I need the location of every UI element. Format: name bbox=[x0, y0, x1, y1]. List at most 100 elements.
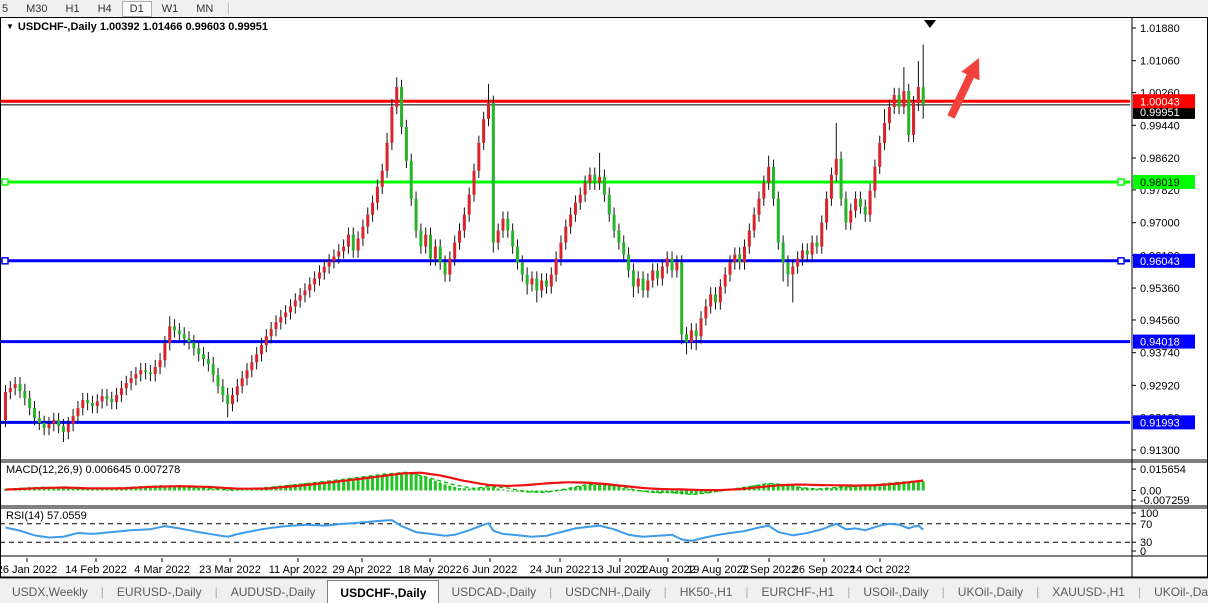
chart-tab-audusd-daily[interactable]: AUDUSD-,Daily bbox=[219, 579, 328, 603]
candle-body-up bbox=[139, 370, 142, 374]
macd-bar bbox=[395, 473, 398, 491]
candle-body-down bbox=[714, 294, 717, 302]
macd-bar bbox=[617, 487, 620, 490]
candle-body-down bbox=[815, 243, 818, 247]
candle-body-up bbox=[830, 175, 833, 199]
timeframe-button-h1[interactable]: H1 bbox=[58, 1, 88, 17]
candle-body-down bbox=[18, 384, 21, 391]
chart-tab-eurchf-h1[interactable]: EURCHF-,H1 bbox=[750, 579, 847, 603]
candle-body-up bbox=[796, 259, 799, 267]
candle-body-up bbox=[308, 284, 311, 290]
timeframe-button-mn[interactable]: MN bbox=[188, 1, 221, 17]
date-label: 23 Mar 2022 bbox=[199, 564, 261, 576]
candle-body-up bbox=[357, 239, 360, 251]
macd-bar bbox=[458, 488, 461, 490]
candle-body-up bbox=[250, 362, 253, 370]
candle-body-down bbox=[178, 330, 181, 334]
candle-body-up bbox=[743, 247, 746, 263]
candle-body-down bbox=[627, 255, 630, 271]
hline-price-badge: 0.91993 bbox=[1140, 417, 1180, 429]
chart-tab-hk50-h1[interactable]: HK50-,H1 bbox=[668, 579, 745, 603]
candle-body-up bbox=[231, 395, 234, 404]
chart-tab-xauusd-h1[interactable]: XAUUSD-,H1 bbox=[1040, 579, 1137, 603]
macd-bar bbox=[622, 488, 625, 490]
candle-body-up bbox=[284, 312, 287, 317]
chart-tab-usoil-daily[interactable]: USOil-,Daily bbox=[851, 579, 940, 603]
candle-body-down bbox=[62, 426, 65, 432]
chart-tab-ukoil-daily[interactable]: UKOil-,Daily bbox=[1142, 579, 1208, 603]
symbol-dropdown-icon[interactable]: ▼ bbox=[6, 22, 14, 31]
hline-handle-right[interactable] bbox=[1118, 258, 1124, 264]
price-tick-label: 1.01880 bbox=[1140, 23, 1180, 35]
candle-body-up bbox=[115, 395, 118, 402]
candle-body-up bbox=[540, 280, 543, 290]
candle-body-down bbox=[680, 263, 683, 335]
candle-body-up bbox=[564, 227, 567, 243]
chart-tab-eurusd-daily[interactable]: EURUSD-,Daily bbox=[105, 579, 214, 603]
timeframe-button-m30[interactable]: M30 bbox=[18, 1, 55, 17]
timeframe-button-5[interactable]: 5 bbox=[0, 1, 16, 17]
candle-body-up bbox=[753, 215, 756, 231]
macd-bar bbox=[405, 472, 408, 490]
hline-handle-left[interactable] bbox=[2, 179, 8, 185]
price-chart-canvas[interactable]: 1.018801.010601.002600.994400.986200.978… bbox=[0, 17, 1208, 578]
candle-body-up bbox=[366, 215, 369, 227]
candle-body-down bbox=[217, 375, 220, 386]
price-tick-label: 0.95360 bbox=[1140, 283, 1180, 295]
timeframe-button-d1[interactable]: D1 bbox=[122, 1, 152, 17]
date-label: 19 Aug 2022 bbox=[687, 564, 749, 576]
candle-body-up bbox=[646, 280, 649, 290]
chart-window[interactable]: 1.018801.010601.002600.994400.986200.978… bbox=[0, 17, 1208, 578]
candle-body-up bbox=[757, 199, 760, 215]
chart-tab-bar: USDX,Weekly|EURUSD-,Daily|AUDUSD-,DailyU… bbox=[0, 578, 1208, 603]
candle-body-up bbox=[395, 87, 398, 107]
candle-body-up bbox=[72, 416, 75, 424]
candle-body-up bbox=[704, 306, 707, 318]
candle-body-up bbox=[700, 318, 703, 336]
candle-body-down bbox=[632, 271, 635, 287]
candle-body-down bbox=[593, 175, 596, 183]
macd-bar bbox=[473, 489, 476, 491]
macd-bar bbox=[613, 486, 616, 490]
candle-body-up bbox=[303, 290, 306, 295]
chart-tab-usdx-weekly[interactable]: USDX,Weekly bbox=[0, 579, 100, 603]
candle-body-up bbox=[294, 300, 297, 306]
timeframe-button-h4[interactable]: H4 bbox=[90, 1, 120, 17]
candle-body-up bbox=[347, 235, 350, 247]
candle-body-up bbox=[811, 243, 814, 255]
candle-body-up bbox=[371, 203, 374, 215]
candle-body-down bbox=[844, 199, 847, 223]
candle-body-up bbox=[733, 255, 736, 263]
date-label: 24 Jun 2022 bbox=[530, 564, 591, 576]
chart-tab-usdchf-daily[interactable]: USDCHF-,Daily bbox=[327, 580, 439, 603]
macd-bar bbox=[786, 485, 789, 490]
candle-body-down bbox=[782, 243, 785, 263]
candle-body-down bbox=[33, 408, 36, 418]
macd-bar bbox=[444, 484, 447, 490]
chart-tab-ukoil-daily[interactable]: UKOil-,Daily bbox=[946, 579, 1035, 603]
hline-handle-left[interactable] bbox=[2, 258, 8, 264]
candle-body-down bbox=[859, 199, 862, 207]
chart-tab-usdcad-daily[interactable]: USDCAD-,Daily bbox=[439, 579, 548, 603]
timeframe-button-w1[interactable]: W1 bbox=[154, 1, 187, 17]
macd-bar bbox=[598, 485, 601, 491]
macd-bar bbox=[917, 481, 920, 490]
candle-body-up bbox=[729, 263, 732, 275]
candle-body-up bbox=[125, 383, 128, 388]
candle-body-up bbox=[67, 424, 70, 432]
date-label: 6 Jun 2022 bbox=[463, 564, 517, 576]
price-tick-label: 0.91300 bbox=[1140, 445, 1180, 457]
hline-handle-right[interactable] bbox=[1118, 179, 1124, 185]
candle-body-up bbox=[709, 294, 712, 306]
timeframe-toolbar: 5M30H1H4D1W1MN bbox=[0, 0, 1208, 18]
candle-body-up bbox=[468, 195, 471, 215]
candle-body-down bbox=[907, 91, 910, 135]
candle-body-up bbox=[448, 259, 451, 275]
candle-body-up bbox=[878, 143, 881, 167]
candle-body-up bbox=[337, 251, 340, 256]
candle-body-up bbox=[550, 274, 553, 286]
chart-tab-usdcnh-daily[interactable]: USDCNH-,Daily bbox=[553, 579, 662, 603]
date-label: 26 Sep 2022 bbox=[793, 564, 855, 576]
candle-body-down bbox=[444, 263, 447, 275]
candle-body-up bbox=[376, 187, 379, 203]
